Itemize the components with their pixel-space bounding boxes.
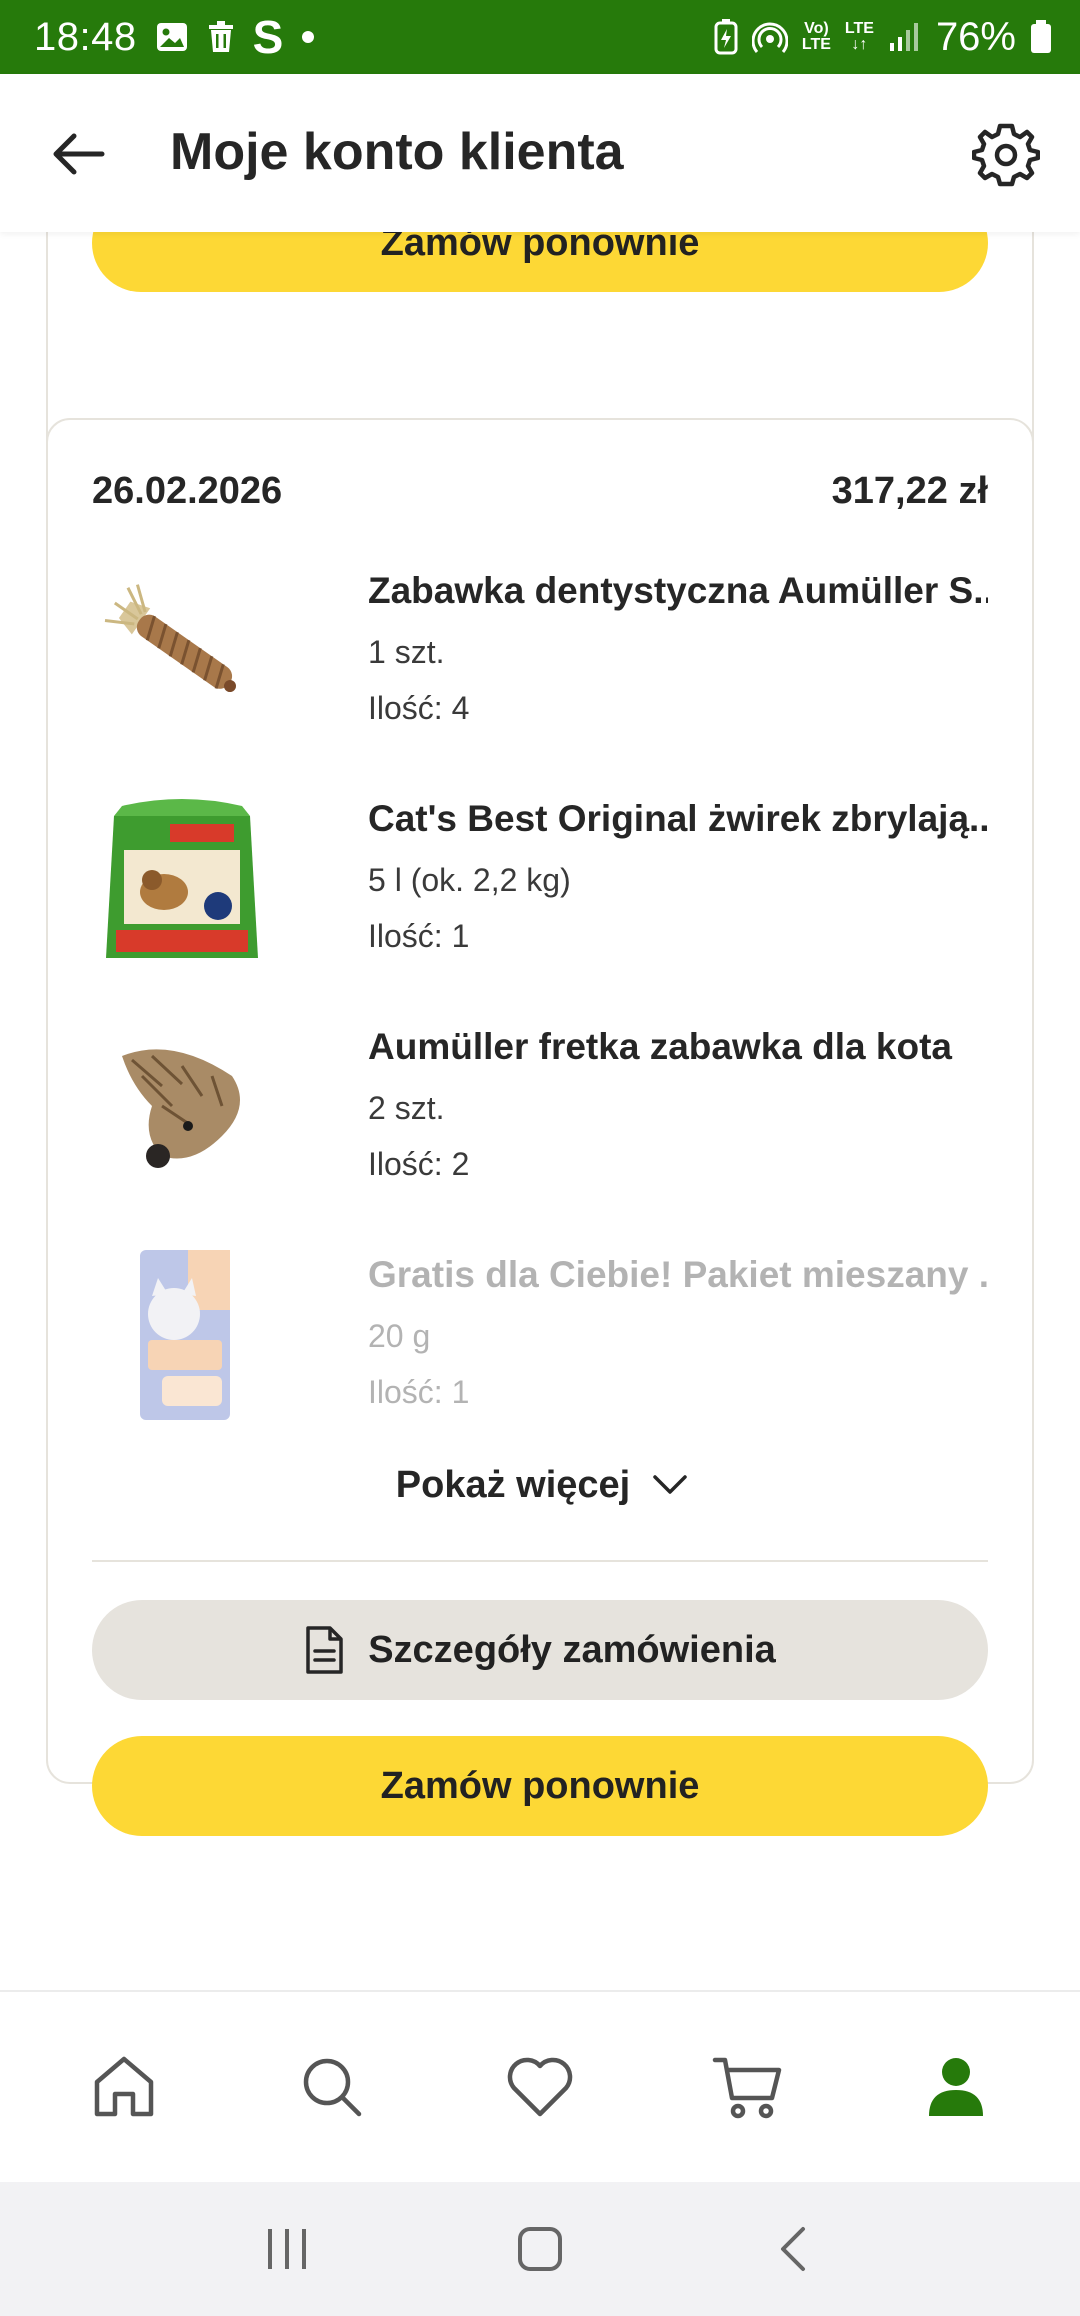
item-name: Aumüller fretka zabawka dla kota (368, 1026, 952, 1067)
show-more-button[interactable]: Pokaż więcej (48, 1450, 1036, 1520)
settings-button[interactable] (970, 118, 1042, 190)
battery-saver-icon (714, 19, 738, 55)
hotspot-icon (751, 19, 788, 55)
item-thumbnail (92, 1016, 272, 1196)
battery-percent: 76% (935, 14, 1016, 59)
order-item[interactable]: Zabawka dentystyczna Aumüller S... 1 szt… (92, 560, 988, 760)
heart-icon (507, 2057, 573, 2117)
document-icon (306, 1626, 343, 1674)
nav-account[interactable] (901, 2032, 1011, 2142)
item-quantity: Ilość: 1 (368, 1374, 470, 1410)
item-thumbnail (92, 560, 272, 740)
content-scroll[interactable]: Zamów ponownie 26.02.2026 317,22 zł Zaba… (0, 232, 1080, 1992)
dental-chew-toy-icon (104, 584, 237, 693)
order-card: 26.02.2026 317,22 zł Zabawka dentystyczn… (46, 418, 1036, 1836)
recent-apps-icon (267, 2229, 306, 2269)
reorder-button-previous[interactable]: Zamów ponownie (92, 232, 988, 292)
s-app-icon: S (252, 11, 284, 63)
order-date: 26.02.2026 (92, 470, 283, 512)
divider (92, 1560, 988, 1562)
nav-home[interactable] (69, 2032, 179, 2142)
nav-cart[interactable] (693, 2032, 803, 2142)
volte-icon: Vo) LTE (801, 20, 831, 53)
arrow-left-icon (53, 133, 105, 175)
battery-icon (1030, 20, 1052, 54)
item-variant: 1 szt. (368, 634, 445, 670)
back-button[interactable] (48, 124, 108, 184)
item-quantity: Ilość: 4 (368, 690, 470, 726)
order-item-gift[interactable]: Gratis dla Ciebie! Pakiet mieszany ... 2… (92, 1244, 988, 1444)
cart-icon (712, 2057, 782, 2119)
order-item[interactable]: Cat's Best Original żwirek zbrylają... 5… (92, 788, 988, 988)
dot-icon (301, 30, 315, 44)
image-icon (155, 20, 189, 54)
order-total: 317,22 zł (831, 470, 988, 512)
bottom-navigation (0, 1990, 1080, 2182)
treat-packet-icon (140, 1250, 230, 1420)
item-thumbnail (92, 1244, 272, 1424)
signal-icon (888, 21, 922, 53)
ferret-toy-icon (122, 1049, 240, 1168)
back-system-button[interactable] (753, 2209, 833, 2289)
item-name: Zabawka dentystyczna Aumüller S... (368, 570, 988, 611)
item-variant: 5 l (ok. 2,2 kg) (368, 862, 571, 898)
home-system-button[interactable] (500, 2209, 580, 2289)
item-variant: 20 g (368, 1318, 431, 1354)
home-square-icon (517, 2227, 562, 2271)
order-details-button[interactable]: Szczegóły zamówienia (92, 1600, 988, 1700)
item-variant: 2 szt. (368, 1090, 445, 1126)
item-quantity: Ilość: 1 (368, 918, 470, 954)
lte-icon: LTE ↓↑ (844, 20, 874, 53)
gear-icon (972, 123, 1040, 187)
status-time: 18:48 (34, 14, 137, 59)
nav-search[interactable] (277, 2032, 387, 2142)
item-name: Cat's Best Original żwirek zbrylają... (368, 798, 988, 839)
trash-icon (207, 20, 235, 54)
item-quantity: Ilość: 2 (368, 1146, 470, 1182)
recent-apps-button[interactable] (247, 2209, 327, 2289)
home-icon (94, 2056, 154, 2117)
cat-litter-bag-icon (106, 799, 258, 958)
order-details-label: Szczegóły zamówienia (368, 1628, 776, 1671)
nav-favorites[interactable] (485, 2032, 595, 2142)
order-item[interactable]: Aumüller fretka zabawka dla kota 2 szt. … (92, 1016, 988, 1216)
show-more-label: Pokaż więcej (395, 1463, 631, 1506)
reorder-button[interactable]: Zamów ponownie (92, 1736, 988, 1836)
status-bar: 18:48 S Vo) LTE LTE ↓↑ 76% (0, 0, 1080, 74)
chevron-down-icon (653, 1475, 687, 1494)
item-thumbnail (92, 788, 272, 968)
system-navigation (0, 2182, 1080, 2316)
app-header: Moje konto klienta (0, 74, 1080, 232)
page-title: Moje konto klienta (170, 123, 624, 181)
search-icon (303, 2058, 362, 2117)
item-name: Gratis dla Ciebie! Pakiet mieszany ... (368, 1254, 988, 1295)
account-icon (929, 2058, 983, 2116)
back-chevron-icon (781, 2227, 806, 2271)
